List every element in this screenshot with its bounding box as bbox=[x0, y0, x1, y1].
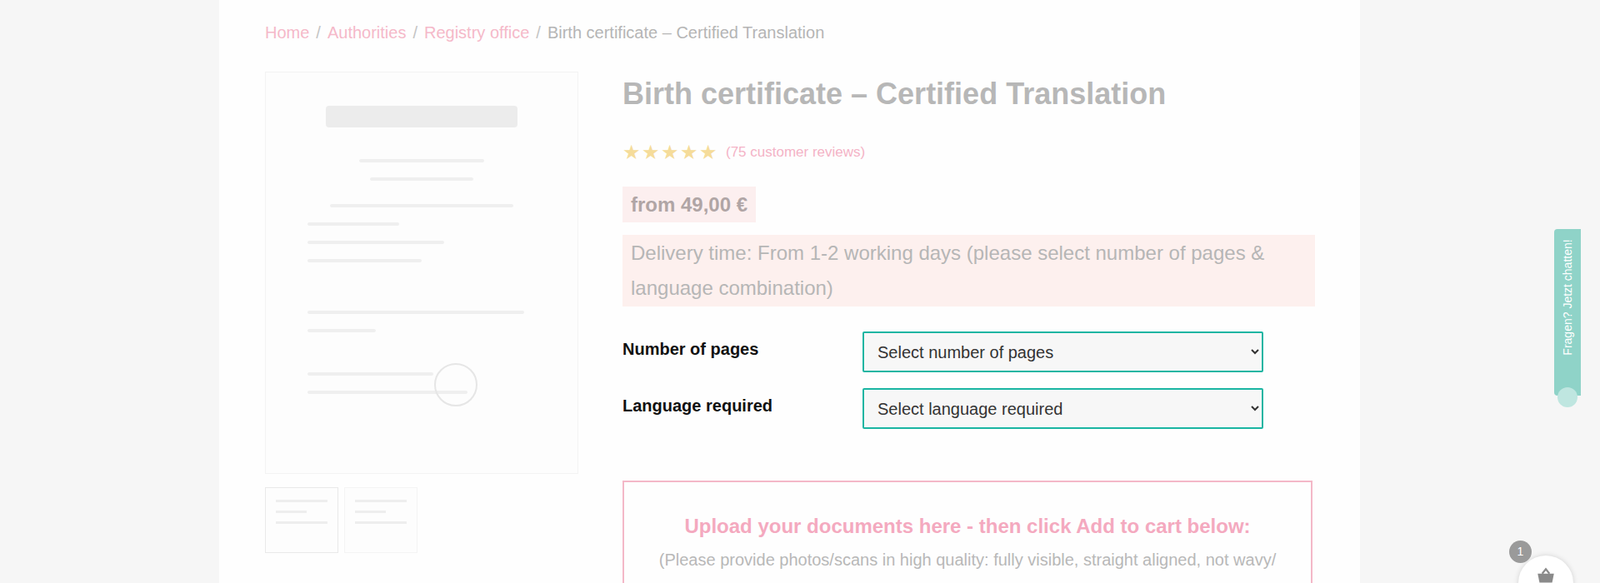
star-icon: ★ bbox=[680, 142, 699, 163]
breadcrumb-separator: / bbox=[535, 23, 541, 42]
rating: ★★★★★(75 customer reviews) bbox=[622, 141, 1315, 164]
star-icon: ★ bbox=[660, 142, 680, 163]
breadcrumb-current: Birth certificate – Certified Translatio… bbox=[547, 23, 825, 42]
options-form: Number of pagesSelect number of pages Lan… bbox=[622, 331, 1315, 430]
content-container: Home / Authorities / Registry office / Birth c… bbox=[219, 0, 1360, 583]
document-line bbox=[307, 222, 400, 226]
breadcrumb-link[interactable]: Home bbox=[265, 23, 310, 42]
upload-box: Upload your documents here - then click … bbox=[622, 480, 1313, 583]
product: Birth certificate – Certified Translatio… bbox=[265, 71, 1315, 583]
document-line bbox=[330, 204, 513, 208]
product-title: Birth certificate – Certified Translatio… bbox=[622, 75, 1315, 113]
star-rating: ★★★★★ bbox=[622, 142, 718, 163]
star-icon: ★ bbox=[622, 142, 641, 163]
thumbnail-line bbox=[275, 510, 307, 514]
option-label: Language required bbox=[622, 388, 863, 416]
document-line bbox=[370, 177, 473, 181]
chat-label: Fragen? Jetzt chatten! bbox=[1560, 239, 1575, 355]
option-row: Number of pagesSelect number of pages bbox=[622, 331, 1315, 373]
gallery bbox=[265, 71, 579, 583]
option-row: Language requiredSelect language require… bbox=[622, 388, 1315, 430]
thumbnail[interactable] bbox=[265, 487, 339, 554]
document-line bbox=[307, 310, 525, 315]
thumbnail-line bbox=[275, 500, 328, 503]
option-select[interactable]: Select number of pages bbox=[862, 331, 1264, 373]
document-image[interactable] bbox=[265, 71, 579, 475]
document-line bbox=[307, 259, 422, 263]
product-summary: Birth certificate – Certified Translatio… bbox=[622, 71, 1315, 583]
reviews-link[interactable]: (75 customer reviews) bbox=[725, 144, 865, 161]
price: from 49,00 € bbox=[622, 186, 756, 223]
thumbnail-line bbox=[355, 500, 407, 503]
thumbnail-line bbox=[275, 521, 328, 525]
delivery-time: Delivery time: From 1-2 working days (pl… bbox=[622, 235, 1315, 307]
option-select[interactable]: Select language required bbox=[862, 388, 1264, 430]
document-line bbox=[307, 390, 468, 395]
document-line bbox=[359, 159, 485, 163]
breadcrumb-separator: / bbox=[315, 23, 321, 42]
cart-count-badge: 1 bbox=[1509, 540, 1532, 564]
document-line bbox=[307, 240, 445, 245]
chat-tab[interactable]: Fragen? Jetzt chatten! bbox=[1554, 229, 1581, 396]
option-label: Number of pages bbox=[622, 331, 863, 360]
stamp-icon bbox=[434, 363, 478, 407]
thumbnail-line bbox=[355, 510, 386, 514]
thumbnail[interactable] bbox=[344, 487, 418, 554]
breadcrumb-link[interactable]: Authorities bbox=[327, 23, 407, 42]
breadcrumb-separator: / bbox=[412, 23, 418, 42]
thumbnail-line bbox=[355, 521, 407, 525]
breadcrumb: Home / Authorities / Registry office / Birth c… bbox=[265, 22, 1315, 43]
breadcrumb-link[interactable]: Registry office bbox=[424, 23, 530, 42]
basket-icon bbox=[1535, 565, 1557, 583]
document-line bbox=[307, 329, 376, 333]
upload-note: (Please provide photos/scans in high qua… bbox=[637, 549, 1298, 571]
star-icon: ★ bbox=[699, 142, 718, 163]
upload-heading: Upload your documents here - then click … bbox=[637, 514, 1298, 540]
chat-bubble-icon bbox=[1557, 387, 1578, 408]
thumbnail-list bbox=[265, 487, 579, 554]
document-line bbox=[307, 372, 434, 376]
star-icon: ★ bbox=[641, 142, 660, 163]
crest-icon bbox=[325, 105, 518, 128]
product-page: Home / Authorities / Registry office / Birth c… bbox=[0, 0, 1600, 583]
